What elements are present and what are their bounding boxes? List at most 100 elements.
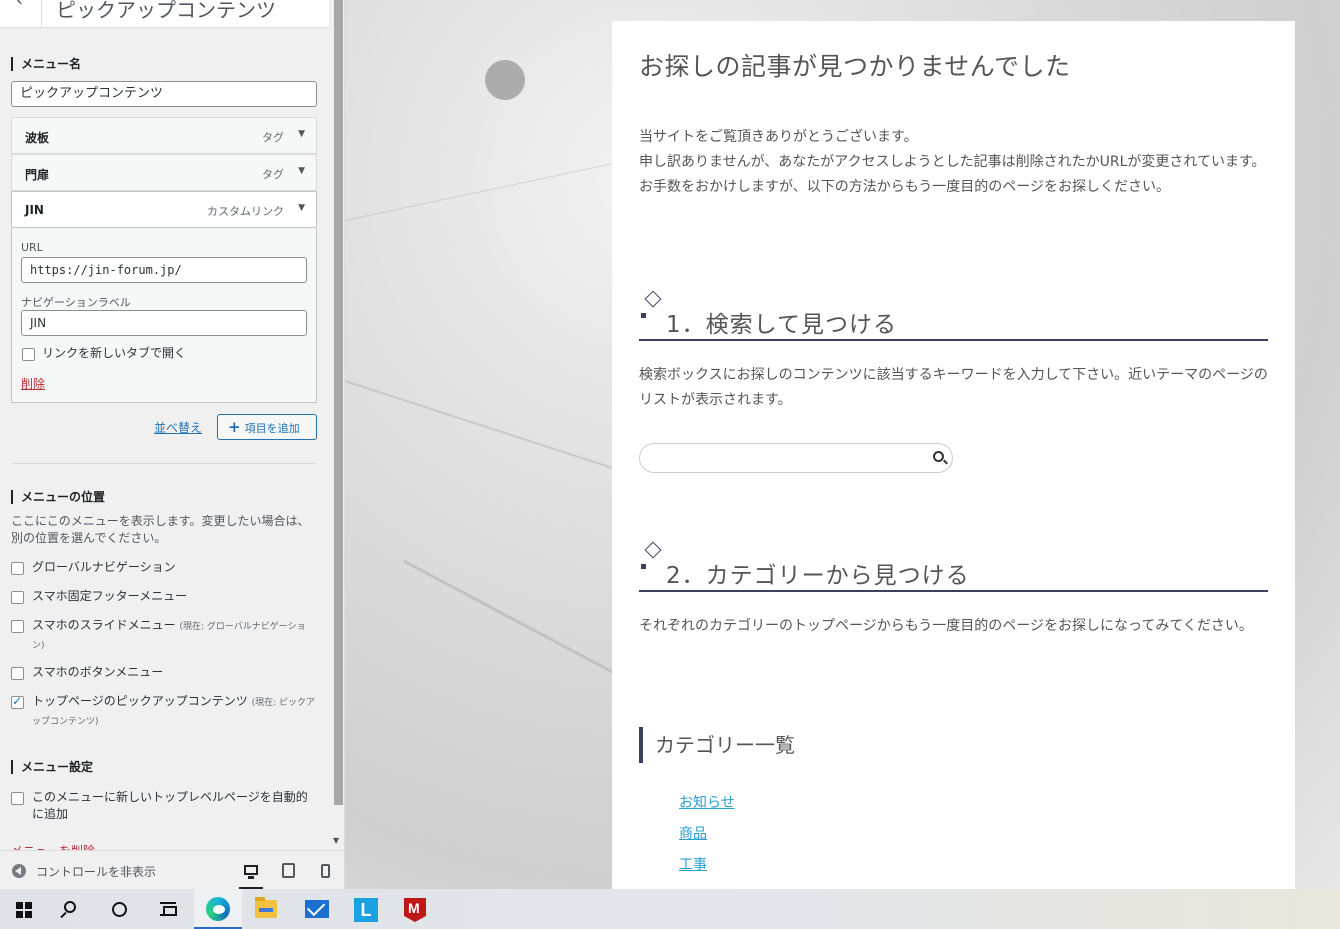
menu-location-desc: ここにこのメニューを表示します。変更したい場合は、別の位置を選んでください。 — [11, 514, 310, 545]
location-checkbox-slide[interactable] — [11, 620, 24, 633]
menu-name-input[interactable]: ピックアップコンテンツ — [11, 81, 317, 107]
category-list-title: カテゴリー一覧 — [639, 727, 795, 763]
task-view-icon — [160, 902, 177, 916]
url-label: URL — [21, 241, 43, 254]
dot-icon — [641, 313, 646, 318]
section2-heading: 2．カテゴリーから見つける — [639, 541, 1268, 592]
back-button[interactable]: ‹ — [0, 0, 42, 28]
windows-logo-icon — [16, 902, 32, 918]
cortana-icon — [112, 902, 127, 917]
file-explorer-button[interactable] — [243, 889, 291, 929]
hide-controls-button[interactable]: コントロールを非表示 — [36, 863, 156, 880]
device-desktop-button[interactable] — [239, 859, 263, 889]
caret-down-icon[interactable]: ▼ — [298, 166, 305, 176]
page-title: お探しの記事が見つかりませんでした — [639, 52, 1071, 81]
mobile-icon — [321, 864, 330, 878]
category-link[interactable]: お知らせ — [679, 792, 735, 812]
mail-button[interactable] — [293, 889, 341, 929]
taskbar-search-button[interactable] — [48, 889, 96, 929]
menu-item-settings: URL https://jin-forum.jp/ ナビゲーションラベル JIN… — [11, 229, 317, 403]
divider — [11, 463, 317, 464]
section1-heading-text: 1．検索して見つける — [666, 312, 897, 338]
edge-icon — [206, 897, 230, 921]
content-card: お探しの記事が見つかりませんでした 当サイトをご覧頂きありがとうございます。 申… — [612, 21, 1295, 889]
new-tab-label: リンクを新しいタブで開く — [42, 346, 187, 360]
section1-text: 検索ボックスにお探しのコンテンツに該当するキーワードを入力して下さい。近いテーマ… — [639, 367, 1268, 408]
menu-item-jin[interactable]: JIN カスタムリンク ▼ — [11, 191, 317, 228]
marble-spot — [485, 60, 525, 100]
menu-item-name: JIN — [25, 203, 44, 217]
category-link[interactable]: 工事 — [679, 854, 707, 874]
tablet-icon — [282, 863, 295, 878]
location-label: グローバルナビゲーション — [32, 560, 176, 574]
task-view-button[interactable] — [144, 889, 192, 929]
new-tab-checkbox[interactable] — [22, 348, 35, 361]
delete-menu-link[interactable]: メニューを削除 — [11, 842, 95, 850]
desktop-icon — [244, 865, 258, 879]
section2-heading-text: 2．カテゴリーから見つける — [666, 563, 970, 589]
menu-item-monpi[interactable]: 門扉 タグ ▼ — [11, 154, 317, 191]
menu-settings-title: メニュー設定 — [11, 760, 93, 774]
location-label: トップページのピックアップコンテンツ (現在: ピックアップコンテンツ) — [32, 694, 315, 727]
add-item-button[interactable]: + 項目を追加 — [217, 414, 317, 440]
customizer-panel: ‹ ピックアップコンテンツ メニュー名 ピックアップコンテンツ 波板 タグ ▼ … — [0, 0, 345, 889]
scroll-down-icon[interactable]: ▼ — [333, 836, 339, 845]
edge-button[interactable] — [194, 889, 242, 929]
file-explorer-icon — [255, 897, 277, 918]
device-mobile-button[interactable] — [313, 859, 337, 883]
add-item-label: 項目を追加 — [244, 422, 300, 435]
line-icon: L — [354, 898, 378, 922]
auto-add-checkbox[interactable] — [11, 792, 24, 805]
reorder-link[interactable]: 並べ替え — [154, 419, 202, 436]
device-tablet-button[interactable] — [276, 859, 300, 883]
search-icon[interactable] — [933, 451, 944, 462]
intro-line2: 申し訳ありませんが、あなたがアクセスしようとした記事は削除されたかURLが変更さ… — [639, 154, 1266, 195]
line-button[interactable]: L — [342, 889, 390, 929]
location-label: スマホ固定フッターメニュー — [32, 589, 188, 603]
delete-item-link[interactable]: 削除 — [21, 375, 45, 392]
location-checkbox-global-nav[interactable] — [11, 562, 24, 575]
diamond-icon — [644, 290, 662, 308]
search-icon — [64, 901, 76, 913]
url-input[interactable]: https://jin-forum.jp/ — [21, 257, 307, 283]
plus-icon: + — [228, 418, 241, 436]
caret-down-icon[interactable]: ▼ — [298, 129, 305, 139]
panel-footer: コントロールを非表示 — [0, 850, 344, 889]
panel-scroll-area[interactable]: ‹ ピックアップコンテンツ メニュー名 ピックアップコンテンツ 波板 タグ ▼ … — [0, 0, 331, 850]
location-checkbox-button[interactable] — [11, 667, 24, 680]
nav-label-input[interactable]: JIN — [21, 310, 307, 336]
menu-item-type: タグ — [262, 168, 284, 181]
section1-heading: 1．検索して見つける — [639, 290, 1268, 341]
windows-taskbar: L — [0, 889, 1340, 929]
mail-icon — [305, 900, 329, 918]
cortana-button[interactable] — [96, 889, 144, 929]
intro-line1: 当サイトをご覧頂きありがとうございます。 — [639, 129, 918, 145]
location-label: スマホのスライドメニュー (現在: グローバルナビゲーション) — [32, 618, 306, 651]
caret-down-icon[interactable]: ▼ — [298, 203, 305, 213]
panel-title: ピックアップコンテンツ — [56, 0, 276, 22]
diamond-icon — [644, 541, 662, 559]
scrollbar-thumb[interactable] — [334, 0, 343, 805]
auto-add-label: このメニューに新しいトップレベルページを自動的に追加 — [32, 790, 308, 821]
dot-icon — [641, 564, 646, 569]
panel-header: ‹ ピックアップコンテンツ — [0, 0, 329, 28]
menu-location-title: メニューの位置 — [11, 490, 105, 504]
search-input[interactable] — [639, 443, 953, 473]
mcafee-icon — [404, 898, 426, 922]
chevron-left-icon: ‹ — [16, 0, 24, 11]
panel-scrollbar[interactable]: ▼ — [331, 0, 344, 850]
category-link[interactable]: 商品 — [679, 823, 707, 843]
menu-item-name: 門扉 — [25, 168, 50, 182]
menu-item-type: タグ — [262, 131, 284, 144]
site-preview: お探しの記事が見つかりませんでした 当サイトをご覧頂きありがとうございます。 申… — [345, 0, 1340, 889]
location-checkbox-pickup[interactable] — [11, 694, 24, 709]
menu-name-label: メニュー名 — [11, 57, 81, 71]
start-button[interactable] — [0, 889, 48, 929]
location-label: スマホのボタンメニュー — [32, 665, 164, 679]
menu-item-type: カスタムリンク — [207, 205, 284, 218]
location-checkbox-footer[interactable] — [11, 591, 24, 604]
mcafee-button[interactable] — [391, 889, 439, 929]
collapse-icon[interactable] — [12, 864, 26, 878]
menu-item-name: 波板 — [25, 131, 50, 145]
menu-item-namiita[interactable]: 波板 タグ ▼ — [11, 117, 317, 154]
